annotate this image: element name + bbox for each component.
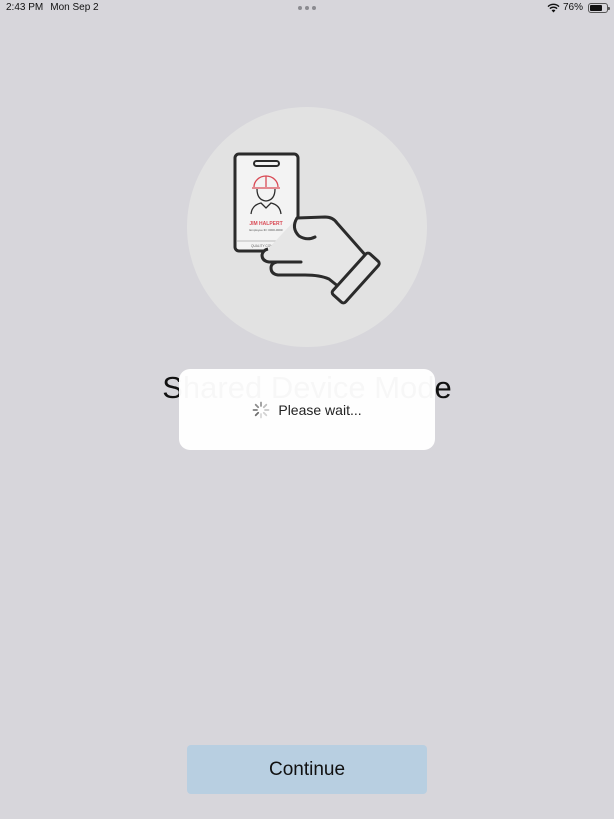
status-bar: 2:43 PM Mon Sep 2 76%: [0, 0, 614, 16]
status-left: 2:43 PM Mon Sep 2: [6, 2, 99, 13]
activity-spinner-icon: [252, 401, 270, 418]
battery-level-fill: [590, 4, 602, 11]
multitasking-dots-icon[interactable]: [298, 6, 316, 10]
badge-employee-id: Employee ID: 0000-0000: [249, 228, 283, 232]
status-time: 2:43 PM: [6, 2, 44, 13]
status-date: Mon Sep 2: [50, 2, 99, 13]
continue-button[interactable]: Continue: [187, 745, 427, 794]
id-badge-illustration: JIM HALPERT Employee ID: 0000-0000 QUALI…: [187, 107, 427, 347]
hand-holding-badge-icon: JIM HALPERT Employee ID: 0000-0000 QUALI…: [233, 152, 381, 305]
wifi-icon: [547, 3, 560, 12]
shared-device-mode-screen: 2:43 PM Mon Sep 2 76% JIM HALPERT Employ…: [0, 0, 614, 819]
loading-message: Please wait...: [278, 401, 362, 418]
loading-dialog: Please wait...: [179, 369, 435, 450]
badge-name: JIM HALPERT: [249, 221, 282, 227]
battery-percent: 76%: [562, 2, 583, 13]
battery-icon: [588, 2, 610, 13]
status-right: 76%: [547, 2, 610, 13]
